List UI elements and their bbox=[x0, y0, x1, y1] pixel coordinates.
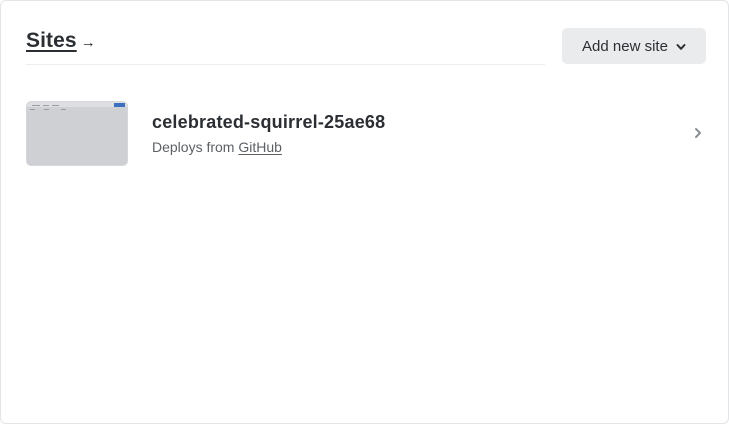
github-link[interactable]: GitHub bbox=[238, 139, 282, 155]
site-name: celebrated-squirrel-25ae68 bbox=[152, 112, 386, 132]
site-thumbnail bbox=[26, 101, 128, 166]
add-new-site-label: Add new site bbox=[582, 37, 668, 55]
arrow-right-icon: → bbox=[80, 34, 96, 51]
chevron-right-icon bbox=[695, 128, 701, 138]
site-list-item[interactable]: celebrated-squirrel-25ae68 Deploys from … bbox=[26, 101, 710, 167]
sites-title-link[interactable]: Sites → bbox=[26, 29, 96, 53]
deploys-prefix: Deploys from bbox=[152, 139, 235, 155]
sites-header: Sites → bbox=[26, 29, 545, 65]
deploy-source-text: Deploys from GitHub bbox=[152, 139, 282, 155]
sites-card: Sites → Add new site celebrated-squirrel… bbox=[0, 0, 729, 424]
add-new-site-button[interactable]: Add new site bbox=[562, 28, 706, 64]
page-title: Sites bbox=[26, 29, 77, 52]
chevron-down-icon bbox=[676, 44, 686, 50]
